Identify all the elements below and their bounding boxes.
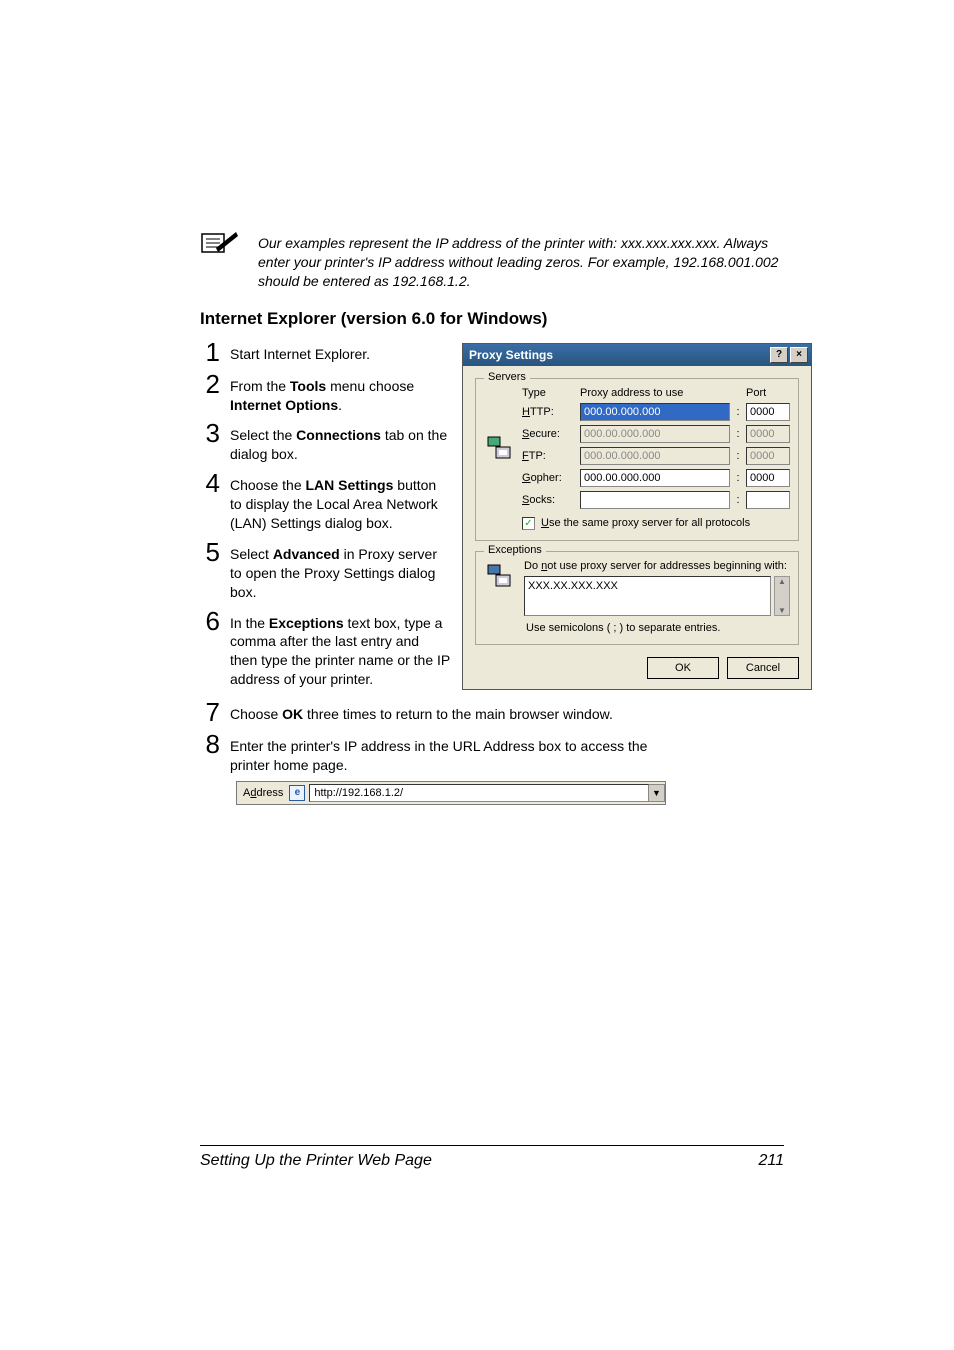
proxy-address-2 xyxy=(580,447,730,465)
servers-legend: Servers xyxy=(484,371,530,383)
ok-button[interactable]: OK xyxy=(647,657,719,679)
proxy-settings-dialog: Proxy Settings ? × Servers xyxy=(462,343,812,690)
col-port: Port xyxy=(746,387,790,399)
exceptions-legend: Exceptions xyxy=(484,544,546,556)
proxy-label-gopher: Gopher: xyxy=(522,472,576,484)
close-button[interactable]: × xyxy=(790,347,808,363)
proxy-address-3[interactable] xyxy=(580,469,730,487)
exceptions-label: Do not use proxy server for addresses be… xyxy=(524,560,790,572)
step-1: 1Start Internet Explorer. xyxy=(200,339,450,365)
footer-title: Setting Up the Printer Web Page xyxy=(200,1152,432,1170)
step-6: 6In the Exceptions text box, type a comm… xyxy=(200,608,450,690)
address-bar: Address e http://192.168.1.2/ ▼ xyxy=(236,781,666,805)
servers-group: Servers Type Proxy xyxy=(475,378,799,541)
step-8: 8Enter the printer's IP address in the U… xyxy=(200,731,784,775)
section-title: Internet Explorer (version 6.0 for Windo… xyxy=(200,309,784,329)
address-label: Address xyxy=(237,787,289,799)
exceptions-textarea[interactable] xyxy=(524,576,771,616)
same-proxy-checkbox[interactable]: ✓ xyxy=(522,517,535,530)
proxy-address-4[interactable] xyxy=(580,491,730,509)
proxy-address-1 xyxy=(580,425,730,443)
dialog-title: Proxy Settings xyxy=(469,348,553,362)
proxy-label-http: HTTP: xyxy=(522,406,576,418)
proxy-label-ftp: FTP: xyxy=(522,450,576,462)
step-3: 3Select the Connections tab on the dialo… xyxy=(200,420,450,464)
col-type: Type xyxy=(522,387,576,399)
step-5: 5Select Advanced in Proxy server to open… xyxy=(200,539,450,602)
step-7: 7Choose OK three times to return to the … xyxy=(200,699,784,725)
step-4: 4Choose the LAN Settings button to displ… xyxy=(200,470,450,533)
address-dropdown[interactable]: ▼ xyxy=(649,784,665,802)
col-addr: Proxy address to use xyxy=(580,387,730,399)
proxy-label-secure: Secure: xyxy=(522,428,576,440)
exceptions-hint: Use semicolons ( ; ) to separate entries… xyxy=(484,616,790,634)
exceptions-group: Exceptions Do not use proxy server xyxy=(475,551,799,645)
proxy-label-socks: Socks: xyxy=(522,494,576,506)
same-proxy-label: Use the same proxy server for all protoc… xyxy=(541,517,750,529)
exceptions-icon xyxy=(484,560,516,592)
ie-page-icon: e xyxy=(289,785,305,801)
proxy-address-0[interactable] xyxy=(580,403,730,421)
scrollbar[interactable]: ▲▼ xyxy=(774,576,790,616)
proxy-port-2 xyxy=(746,447,790,465)
proxy-port-3[interactable] xyxy=(746,469,790,487)
note-icon xyxy=(200,230,246,263)
note-text: Our examples represent the IP address of… xyxy=(258,230,784,291)
help-button[interactable]: ? xyxy=(770,347,788,363)
page-number: 211 xyxy=(758,1152,784,1170)
servers-icon xyxy=(484,432,516,464)
proxy-port-1 xyxy=(746,425,790,443)
step-2: 2From the Tools menu choose Internet Opt… xyxy=(200,371,450,415)
cancel-button[interactable]: Cancel xyxy=(727,657,799,679)
dialog-titlebar: Proxy Settings ? × xyxy=(463,344,811,366)
address-input[interactable]: http://192.168.1.2/ xyxy=(309,784,649,802)
proxy-port-4[interactable] xyxy=(746,491,790,509)
proxy-port-0[interactable] xyxy=(746,403,790,421)
